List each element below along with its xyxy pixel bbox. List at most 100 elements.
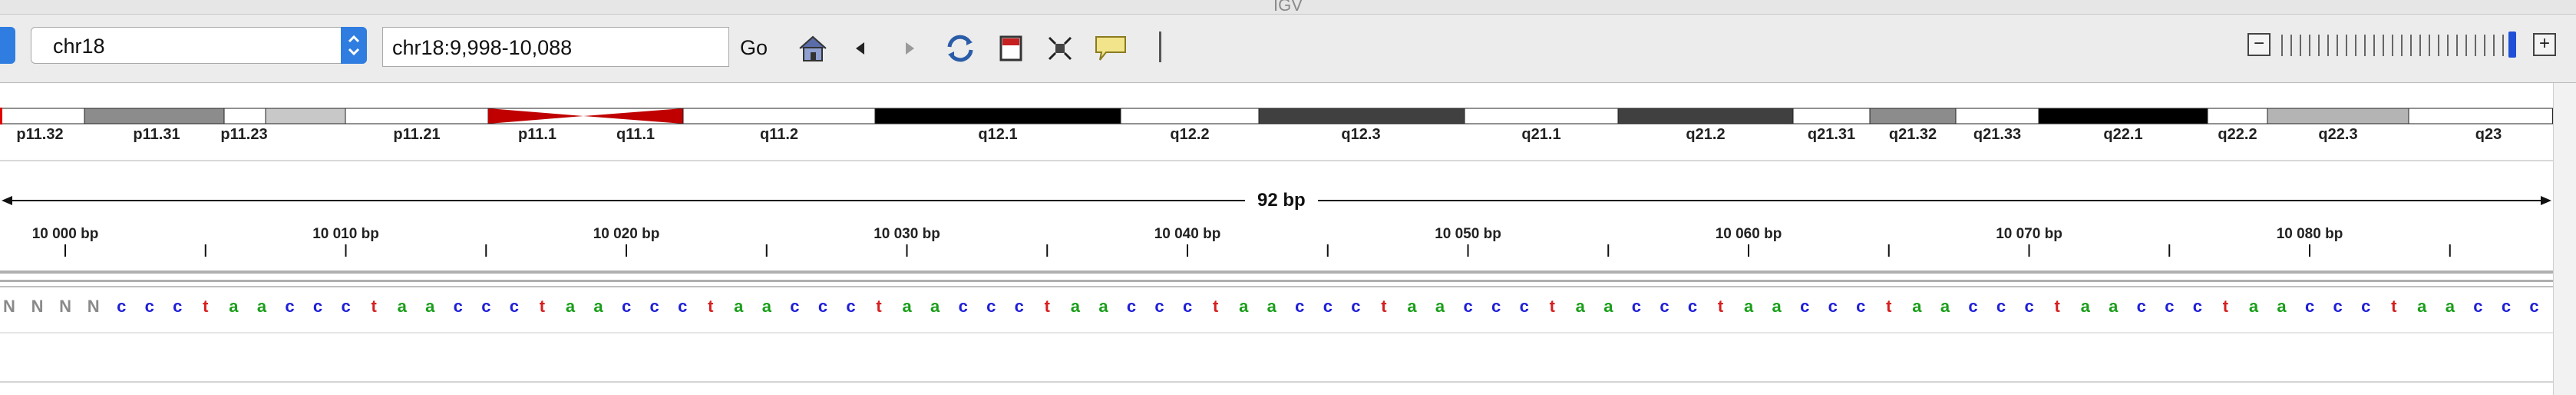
ideogram-band[interactable] (84, 108, 225, 124)
sequence-base: c (2192, 297, 2203, 316)
sequence-base: c (509, 297, 520, 316)
sequence-base: t (1717, 297, 1724, 316)
band-label: p11.21 (393, 126, 441, 143)
sequence-base: c (341, 297, 351, 316)
track-separator (0, 280, 2553, 282)
sequence-base: c (1631, 297, 1642, 316)
ideogram-band[interactable] (488, 108, 583, 124)
sequence-base: c (2024, 297, 2034, 316)
sequence-base: a (2417, 297, 2427, 316)
ideogram-band[interactable] (345, 108, 489, 124)
locus-search-input[interactable]: chr18:9,998-10,088 (382, 27, 729, 67)
ideogram-band[interactable] (1258, 108, 1465, 124)
ideogram-band[interactable] (2207, 108, 2268, 124)
band-label: q21.31 (1807, 126, 1856, 143)
band-label: q11.1 (616, 126, 656, 143)
ideogram-band[interactable] (2408, 108, 2553, 124)
ideogram-band[interactable] (1792, 108, 1871, 124)
sequence-base: c (1968, 297, 1978, 316)
sequence-base: c (2529, 297, 2539, 316)
window-titlebar: IGV (0, 0, 2576, 15)
go-button[interactable]: Go (740, 36, 768, 60)
sequence-base: N (59, 297, 72, 316)
sequence-base: a (930, 297, 940, 316)
band-label: q12.3 (1341, 126, 1381, 143)
genome-dropdown-button[interactable] (0, 27, 15, 64)
back-icon[interactable] (843, 32, 878, 65)
zoom-slider[interactable] (2281, 35, 2512, 56)
chromosome-select-value: chr18 (53, 35, 105, 58)
sequence-base: c (1154, 297, 1164, 316)
ideogram-band[interactable] (682, 108, 876, 124)
sequence-base: a (565, 297, 576, 316)
sequence-base: c (312, 297, 323, 316)
sequence-base: c (1126, 297, 1137, 316)
ideogram-band[interactable] (2038, 108, 2208, 124)
sequence-base: c (1295, 297, 1305, 316)
sequence-base: c (1182, 297, 1193, 316)
ruler-tick-label: 10 040 bp (1154, 226, 1221, 242)
ruler-tick-label: 10 050 bp (1435, 226, 1501, 242)
band-label: q21.32 (1888, 126, 1937, 143)
sequence-base: c (621, 297, 632, 316)
band-label: q12.2 (1170, 126, 1210, 143)
sequence-base: a (593, 297, 603, 316)
ideogram-band[interactable] (223, 108, 266, 124)
zoom-out-button[interactable]: − (2247, 33, 2271, 56)
sequence-base: t (371, 297, 377, 316)
sequence-base: t (1212, 297, 1219, 316)
refresh-icon[interactable] (943, 32, 978, 65)
ideogram-band[interactable] (583, 108, 683, 124)
band-label: q21.1 (1521, 126, 1561, 143)
band-label: p11.23 (220, 126, 268, 143)
sequence-base: c (2473, 297, 2483, 316)
ruler-track: 92 bp 10 000 bp 10 010 bp 10 020 bp 10 030 … (0, 166, 2553, 258)
sequence-base: a (1743, 297, 1754, 316)
ideogram-band[interactable] (1955, 108, 2039, 124)
ideogram-band[interactable] (1464, 108, 1619, 124)
sequence-base: a (2445, 297, 2455, 316)
sequence-base: c (2333, 297, 2343, 316)
home-icon[interactable] (795, 32, 831, 65)
chromosome-select[interactable]: chr18 (31, 27, 367, 64)
ideogram-band[interactable] (1869, 108, 1957, 124)
vertical-scrollbar[interactable] (2553, 83, 2576, 395)
fit-icon[interactable] (1042, 32, 1078, 65)
sequence-base: t (203, 297, 209, 316)
sequence-base: a (1912, 297, 1922, 316)
sequence-base: t (1044, 297, 1050, 316)
sequence-base: a (1435, 297, 1445, 316)
ruler-tick-label: 10 030 bp (874, 226, 940, 242)
sequence-base: c (1463, 297, 1473, 316)
zoom-slider-handle[interactable] (2508, 32, 2516, 58)
band-label: q21.33 (1973, 126, 2022, 143)
sequence-base: c (2165, 297, 2175, 316)
panel-divider (0, 160, 2553, 161)
popup-text-icon[interactable] (1093, 32, 1128, 65)
ideogram-band[interactable] (2267, 108, 2409, 124)
forward-icon[interactable] (892, 32, 927, 65)
roi-icon[interactable] (993, 32, 1029, 65)
ideogram-band[interactable] (1617, 108, 1794, 124)
sequence-base: c (1828, 297, 1838, 316)
sequence-base: a (2080, 297, 2090, 316)
sequence-base: c (481, 297, 491, 316)
ideogram-band[interactable] (0, 108, 85, 124)
sequence-base: a (1940, 297, 1950, 316)
zoom-in-button[interactable]: + (2533, 33, 2556, 56)
ideogram-band[interactable] (874, 108, 1121, 124)
band-label: q23 (2475, 126, 2502, 143)
ruler-graphics (2, 196, 2551, 257)
ideogram-panel: p11.32 p11.31 p11.23 p11.21 p11.1 q11.1 q11.2 q… (0, 83, 2553, 160)
ideogram-band[interactable] (1120, 108, 1260, 124)
sequence-base: a (1070, 297, 1081, 316)
sequence-base: c (1519, 297, 1529, 316)
sequence-base: a (1772, 297, 1782, 316)
ideogram-band[interactable] (265, 108, 346, 124)
chevron-updown-icon[interactable] (341, 27, 367, 64)
sequence-base: a (229, 297, 239, 316)
main-toolbar: chr18 chr18:9,998-10,088 Go − + (0, 15, 2576, 83)
chromosome-ideogram[interactable] (0, 108, 2553, 124)
sequence-base: a (734, 297, 744, 316)
sequence-base: t (1549, 297, 1555, 316)
